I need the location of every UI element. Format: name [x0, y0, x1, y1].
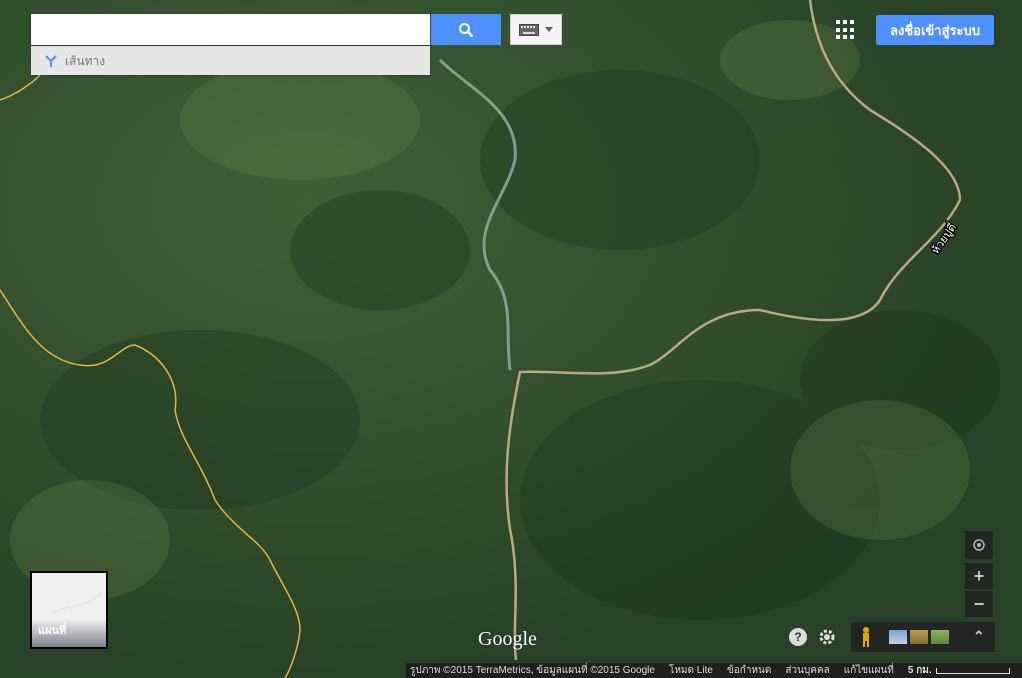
attribution-text: รูปภาพ ©2015 TerraMetrics, ข้อมูลแผนที่ … — [410, 665, 655, 676]
plus-icon: + — [973, 565, 985, 586]
signin-button[interactable]: ลงชื่อเข้าสู่ระบบ — [876, 15, 994, 45]
location-icon — [973, 539, 985, 551]
scale-label: 5 กม. — [907, 665, 932, 676]
minus-icon: − — [973, 593, 985, 614]
zoom-out-button[interactable]: − — [965, 591, 993, 617]
google-logo: Google — [478, 628, 537, 650]
footer-bar: รูปภาพ ©2015 TerraMetrics, ข้อมูลแผนที่ … — [406, 663, 1022, 678]
help-icon[interactable]: ? — [789, 628, 807, 646]
keyboard-icon — [519, 23, 539, 36]
search-box[interactable] — [31, 14, 430, 45]
terms-link[interactable]: ข้อกำหนด — [727, 663, 771, 678]
directions-link[interactable]: เส้นทาง — [31, 46, 430, 75]
search-button[interactable] — [431, 14, 501, 45]
settings-icon[interactable] — [817, 627, 837, 647]
apps-icon[interactable] — [836, 20, 856, 40]
directions-icon — [45, 55, 57, 67]
privacy-link[interactable]: ส่วนบุคคล — [785, 663, 829, 678]
minimap-toggle[interactable]: แผนที่ — [30, 571, 108, 649]
zoom-in-button[interactable]: + — [965, 563, 993, 589]
input-tools-button[interactable] — [510, 14, 562, 45]
minimap-label: แผนที่ — [38, 625, 67, 637]
imagery-thumb-sky[interactable] — [889, 630, 907, 644]
expand-icon[interactable]: ⌃ — [973, 628, 985, 645]
imagery-thumb-terrain[interactable] — [931, 630, 949, 644]
report-link[interactable]: แก้ไขแผนที่ — [844, 663, 894, 678]
imagery-thumb-earth[interactable] — [910, 630, 928, 644]
lite-mode-link[interactable]: โหมด Lite — [669, 663, 713, 678]
chevron-down-icon — [545, 27, 553, 32]
directions-label: เส้นทาง — [65, 53, 106, 68]
layers-bar: ⌃ — [851, 622, 995, 652]
pegman-icon[interactable] — [859, 626, 873, 648]
search-icon — [459, 22, 474, 37]
scale-ruler — [935, 667, 1010, 674]
search-input[interactable] — [31, 14, 430, 45]
scale-bar[interactable]: 5 กม. — [908, 663, 1010, 678]
my-location-button[interactable] — [965, 531, 993, 559]
satellite-map[interactable]: ห้วยปูตี่ — [0, 0, 1022, 678]
